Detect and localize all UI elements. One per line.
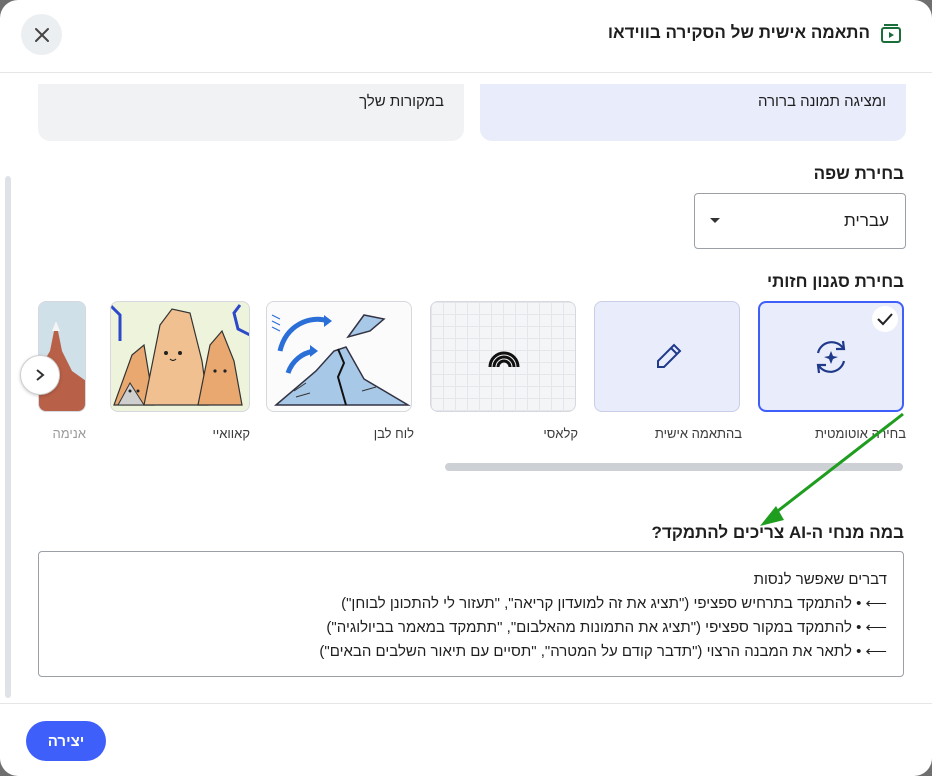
format-card-brief-text: במקורות שלך (359, 93, 444, 110)
customize-video-dialog: התאמה אישית של הסקירה בווידאו ומציגה תמו… (0, 0, 932, 776)
pencil-icon (657, 343, 682, 368)
focus-placeholder-title: דברים שאפשר לנסות (753, 571, 887, 588)
style-label-classic: קלאסי (543, 426, 578, 441)
carousel-next-button[interactable] (20, 355, 60, 395)
dialog-title: התאמה אישית של הסקירה בווידאו (607, 23, 870, 42)
focus-textarea[interactable]: דברים שאפשר לנסות ⟵ • להתמקד בתרחיש ספצי… (38, 551, 904, 677)
style-label-kawaii: קאוואיי (212, 426, 250, 441)
format-card-brief[interactable]: במקורות שלך (38, 84, 464, 141)
dialog-footer: יצירה (0, 703, 932, 776)
wave-icon (488, 351, 520, 368)
vertical-scrollbar[interactable] (5, 176, 11, 698)
focus-label: במה מנחי ה-AI צריכים להתמקד? (651, 523, 904, 542)
focus-placeholder-line: ⟵ • להתמקד במקור ספציפי ("תציג את התמונו… (326, 619, 887, 636)
focus-placeholder-line: ⟵ • להתמקד בתרחיש ספציפי ("תציג את זה למ… (341, 595, 887, 612)
style-tile-kawaii[interactable] (110, 301, 250, 412)
style-label-anime: אנימה (52, 426, 86, 441)
whiteboard-illustration (271, 314, 411, 406)
style-tile-auto[interactable] (758, 301, 904, 412)
dialog-header: התאמה אישית של הסקירה בווידאו (0, 0, 932, 73)
language-select[interactable]: עברית (694, 193, 906, 249)
style-label-whiteboard: לוח לבן (373, 426, 414, 441)
close-button[interactable] (21, 14, 62, 55)
format-card-explainer[interactable]: ומציגה תמונה ברורה (480, 84, 906, 141)
auto-refresh-icon (816, 306, 898, 374)
dropdown-arrow-icon (710, 218, 720, 223)
language-label: בחירת שפה (813, 164, 904, 183)
format-card-explainer-text: ומציגה תמונה ברורה (757, 93, 886, 110)
visual-style-label: בחירת סגנון חזותי (766, 272, 904, 291)
style-tile-custom[interactable] (594, 301, 740, 412)
style-tile-whiteboard[interactable] (266, 301, 412, 412)
dialog-title-wrap: התאמה אישית של הסקירה בווידאו (608, 22, 902, 44)
chevron-right-icon (36, 369, 45, 381)
focus-placeholder-line: ⟵ • לתאר את המבנה הרצוי ("תדבר קודם על ה… (319, 643, 887, 660)
kawaii-illustration (111, 303, 249, 406)
carousel-scrollbar[interactable] (445, 463, 903, 471)
style-label-auto: בחירה אוטומטית (814, 426, 906, 441)
language-select-value: עברית (844, 211, 889, 230)
style-label-custom: בהתאמה אישית (654, 426, 742, 441)
style-tile-classic[interactable] (430, 301, 576, 412)
create-button[interactable]: יצירה (26, 721, 106, 761)
close-icon (34, 27, 49, 42)
video-icon (881, 24, 901, 43)
